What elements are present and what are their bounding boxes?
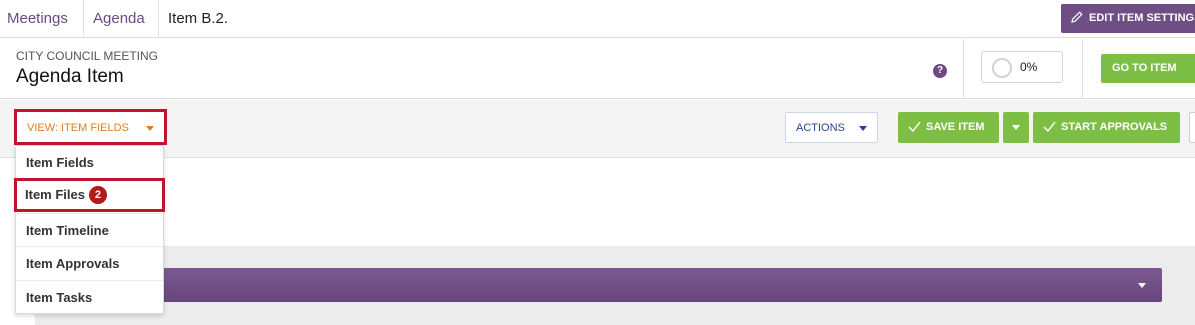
help-icon[interactable]: ? [933,64,947,78]
breadcrumb-divider [83,0,84,38]
meeting-type-label: CITY COUNCIL MEETING [16,49,159,63]
caret-down-icon [146,126,154,131]
menu-item-label: Item Approvals [26,256,120,271]
check-icon [908,121,921,133]
actions-label: ACTIONS [796,122,845,134]
view-selector-button[interactable]: VIEW: ITEM FIELDS [14,109,167,145]
save-item-label: SAVE ITEM [926,121,985,133]
menu-item-item-timeline[interactable]: Item Timeline [16,213,163,247]
caret-down-icon [859,126,867,131]
toolbar: VIEW: ITEM FIELDS ACTIONS SAVE ITEM STAR… [0,100,1195,158]
section-header-bar[interactable] [161,268,1162,302]
caret-down-icon [1012,125,1020,130]
menu-item-item-tasks[interactable]: Item Tasks [16,280,163,314]
menu-item-item-fields[interactable]: Item Fields [16,146,163,180]
save-item-button[interactable]: SAVE ITEM [898,112,999,143]
view-selector-label: VIEW: ITEM FIELDS [27,122,129,134]
progress-indicator: 0% [981,51,1063,83]
breadcrumb: Meetings Agenda Item B.2. EDIT ITEM SETT… [0,0,1195,38]
go-to-item-label: GO TO ITEM [1112,62,1177,74]
menu-item-label: Item Files [25,187,85,202]
header-divider [1082,39,1083,99]
menu-item-item-files[interactable]: Item Files 2 [14,178,165,212]
save-options-button[interactable] [1003,112,1029,143]
check-icon [1043,121,1056,133]
page-header: CITY COUNCIL MEETING Agenda Item ? 0% GO… [0,39,1195,99]
header-divider [963,39,964,99]
pencil-icon [1071,11,1083,23]
page-title: Agenda Item [16,66,124,87]
breadcrumb-meetings[interactable]: Meetings [7,0,68,38]
more-button[interactable] [1189,112,1195,143]
progress-percent: 0% [1020,60,1038,74]
actions-button[interactable]: ACTIONS [785,112,878,143]
progress-ring-icon [992,58,1012,78]
menu-item-label: Item Tasks [26,290,93,305]
start-approvals-label: START APPROVALS [1061,121,1168,133]
menu-item-item-approvals[interactable]: Item Approvals [16,246,163,280]
edit-item-settings-label: EDIT ITEM SETTINGS [1089,12,1195,24]
go-to-item-button[interactable]: GO TO ITEM [1101,54,1195,83]
view-dropdown-menu: Item Fields Item Files 2 Item Timeline It… [14,145,165,314]
caret-down-icon [1138,283,1146,288]
file-count-badge: 2 [88,186,107,204]
menu-item-label: Item Timeline [26,223,109,238]
start-approvals-button[interactable]: START APPROVALS [1033,112,1180,143]
edit-item-settings-button[interactable]: EDIT ITEM SETTINGS [1061,4,1195,33]
breadcrumb-current: Item B.2. [168,10,229,27]
menu-item-label: Item Fields [26,155,94,170]
breadcrumb-divider [158,0,159,38]
breadcrumb-agenda[interactable]: Agenda [93,0,145,38]
